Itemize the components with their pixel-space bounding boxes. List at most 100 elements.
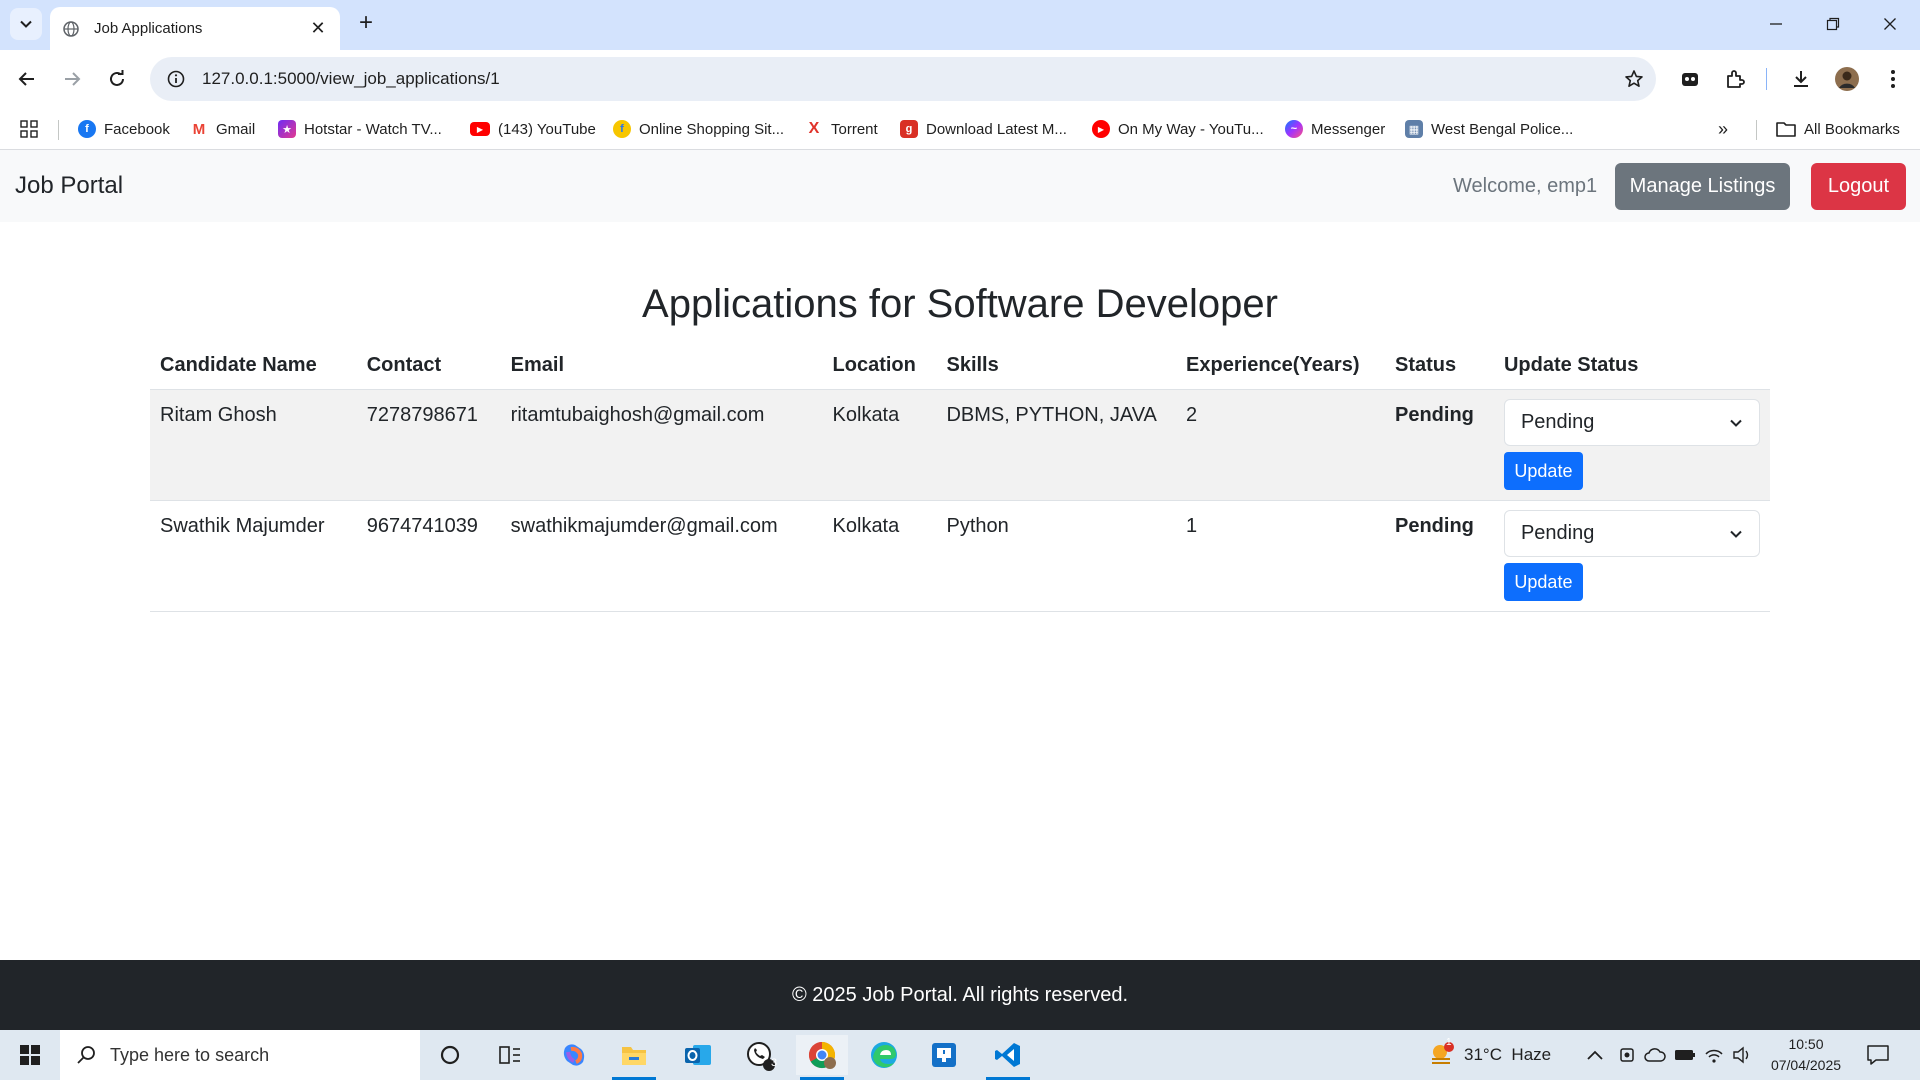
chrome-icon[interactable]: [796, 1035, 848, 1080]
gmail-icon: M: [190, 120, 208, 138]
system-clock[interactable]: 10:50 07/04/2025: [1760, 1034, 1852, 1076]
arrow-right-icon: [65, 72, 81, 86]
weather-text: 31°C Haze: [1464, 1045, 1552, 1064]
bookmark-on-my-way[interactable]: ▶ On My Way - YouTu...: [1092, 116, 1264, 142]
candidate-name: Ritam Ghosh: [150, 389, 357, 501]
tab-search-button[interactable]: [10, 8, 42, 40]
tray-overflow-icon[interactable]: [1586, 1030, 1604, 1080]
bookmark-label: Gmail: [216, 120, 256, 138]
page-footer: © 2025 Job Portal. All rights reserved.: [0, 960, 1920, 1030]
wifi-icon[interactable]: [1704, 1030, 1724, 1080]
update-status-cell: Pending Update: [1493, 500, 1770, 612]
applications-table: Candidate Name Contact Email Location Sk…: [150, 345, 1770, 612]
status-text: Pending: [1384, 500, 1494, 612]
screen-share-icon[interactable]: [918, 1035, 970, 1075]
contact: 7278798671: [356, 389, 501, 501]
forward-button[interactable]: [55, 62, 89, 96]
edge-icon[interactable]: [858, 1035, 910, 1075]
more-bookmarks-icon[interactable]: »: [1718, 116, 1728, 142]
extensions-icon[interactable]: [1720, 64, 1750, 94]
browser-tab-strip: Job Applications ✕ +: [0, 0, 1920, 50]
update-button[interactable]: Update: [1503, 563, 1583, 601]
extension-game-icon[interactable]: [1675, 64, 1705, 94]
start-button[interactable]: [0, 1030, 60, 1080]
skills: Python: [936, 500, 1177, 612]
table-row: Ritam Ghosh 7278798671 ritamtubaighosh@g…: [150, 389, 1770, 501]
volume-icon[interactable]: [1732, 1030, 1752, 1080]
file-explorer-icon[interactable]: [608, 1035, 660, 1080]
download-icon[interactable]: [1786, 64, 1816, 94]
welcome-text: Welcome, emp1: [1453, 175, 1598, 197]
profile-avatar[interactable]: [1832, 64, 1862, 94]
browser-toolbar: 127.0.0.1:5000/view_job_applications/1: [0, 50, 1920, 108]
close-icon[interactable]: ✕: [308, 18, 328, 39]
column-header: Experience(Years): [1176, 345, 1385, 390]
onedrive-icon[interactable]: [1644, 1030, 1666, 1080]
bookmark-torrent[interactable]: X Torrent: [805, 116, 878, 142]
flipkart-icon: f: [613, 120, 631, 138]
more-menu-icon[interactable]: [1878, 64, 1908, 94]
manage-listings-button[interactable]: Manage Listings: [1615, 163, 1790, 210]
update-button[interactable]: Update: [1503, 452, 1583, 490]
column-header: Email: [500, 345, 823, 390]
address-bar[interactable]: 127.0.0.1:5000/view_job_applications/1: [150, 57, 1656, 101]
vscode-icon[interactable]: [982, 1035, 1034, 1080]
bookmarks-bar: f Facebook M Gmail ★ Hotstar - Watch TV.…: [0, 108, 1920, 150]
restore-button[interactable]: [1813, 8, 1853, 40]
candidate-name: Swathik Majumder: [150, 500, 357, 612]
youtube-icon: ▶: [470, 122, 490, 136]
reload-button[interactable]: [100, 62, 134, 96]
folder-icon: [1776, 122, 1796, 137]
window-close-button[interactable]: [1870, 8, 1910, 40]
cortana-icon[interactable]: [424, 1035, 476, 1075]
star-icon[interactable]: [1612, 69, 1656, 89]
outlook-icon[interactable]: [672, 1035, 724, 1075]
bookmark-download-latest[interactable]: g Download Latest M...: [900, 116, 1067, 142]
footer-text: © 2025 Job Portal. All rights reserved.: [791, 983, 1128, 1006]
logout-button[interactable]: Logout: [1811, 163, 1906, 210]
new-tab-button[interactable]: +: [352, 10, 380, 38]
bookmark-label: Hotstar - Watch TV...: [304, 120, 442, 138]
weather-badge: 1: [1446, 1037, 1452, 1048]
bookmark-youtube[interactable]: ▶ (143) YouTube: [470, 116, 596, 142]
task-view-icon[interactable]: [484, 1035, 536, 1075]
taskbar-search[interactable]: Type here to search: [60, 1030, 420, 1080]
minimize-button[interactable]: [1756, 8, 1796, 40]
bookmark-gmail[interactable]: M Gmail: [190, 116, 255, 142]
chevron-down-icon: [1727, 414, 1745, 432]
location: Kolkata: [822, 500, 937, 612]
column-header: Location: [822, 345, 937, 390]
page-title: Applications for Software Developer: [642, 282, 1278, 326]
column-header: Candidate Name: [150, 345, 357, 390]
skills: DBMS, PYTHON, JAVA: [936, 389, 1177, 501]
arrow-left-icon: [18, 72, 34, 86]
url-text: 127.0.0.1:5000/view_job_applications/1: [202, 69, 500, 88]
status-select[interactable]: Pending: [1503, 510, 1760, 557]
whatsapp-badge: 3: [771, 1057, 778, 1069]
site-info-icon[interactable]: [154, 70, 198, 88]
bookmark-hotstar[interactable]: ★ Hotstar - Watch TV...: [278, 116, 442, 142]
torrent-icon: X: [805, 120, 823, 138]
bookmark-messenger[interactable]: ~ Messenger: [1285, 116, 1385, 142]
bookmark-facebook[interactable]: f Facebook: [78, 116, 170, 142]
messenger-icon: ~: [1285, 120, 1303, 138]
column-header: Skills: [936, 345, 1177, 390]
battery-icon[interactable]: [1674, 1030, 1696, 1080]
bookmark-online-shopping[interactable]: f Online Shopping Sit...: [613, 116, 784, 142]
apps-grid-icon[interactable]: [20, 116, 38, 142]
meet-now-icon[interactable]: [1618, 1030, 1636, 1080]
bookmark-west-bengal-police[interactable]: ▦ West Bengal Police...: [1405, 116, 1573, 142]
status-select[interactable]: Pending: [1503, 399, 1760, 446]
copilot-icon[interactable]: [548, 1035, 600, 1075]
back-button[interactable]: [10, 62, 44, 96]
notifications-icon[interactable]: [1866, 1030, 1890, 1080]
weather-widget[interactable]: 1 31°C Haze: [1428, 1030, 1551, 1080]
facebook-icon: f: [78, 120, 96, 138]
brand-link[interactable]: Job Portal: [15, 172, 123, 200]
browser-tab[interactable]: Job Applications ✕: [50, 7, 340, 50]
table-header-row: Candidate Name Contact Email Location Sk…: [150, 345, 1770, 390]
email: swathikmajumder@gmail.com: [500, 500, 823, 612]
whatsapp-icon[interactable]: 3: [734, 1035, 786, 1075]
table-row: Swathik Majumder 9674741039 swathikmajum…: [150, 500, 1770, 612]
all-bookmarks[interactable]: All Bookmarks: [1776, 116, 1900, 142]
